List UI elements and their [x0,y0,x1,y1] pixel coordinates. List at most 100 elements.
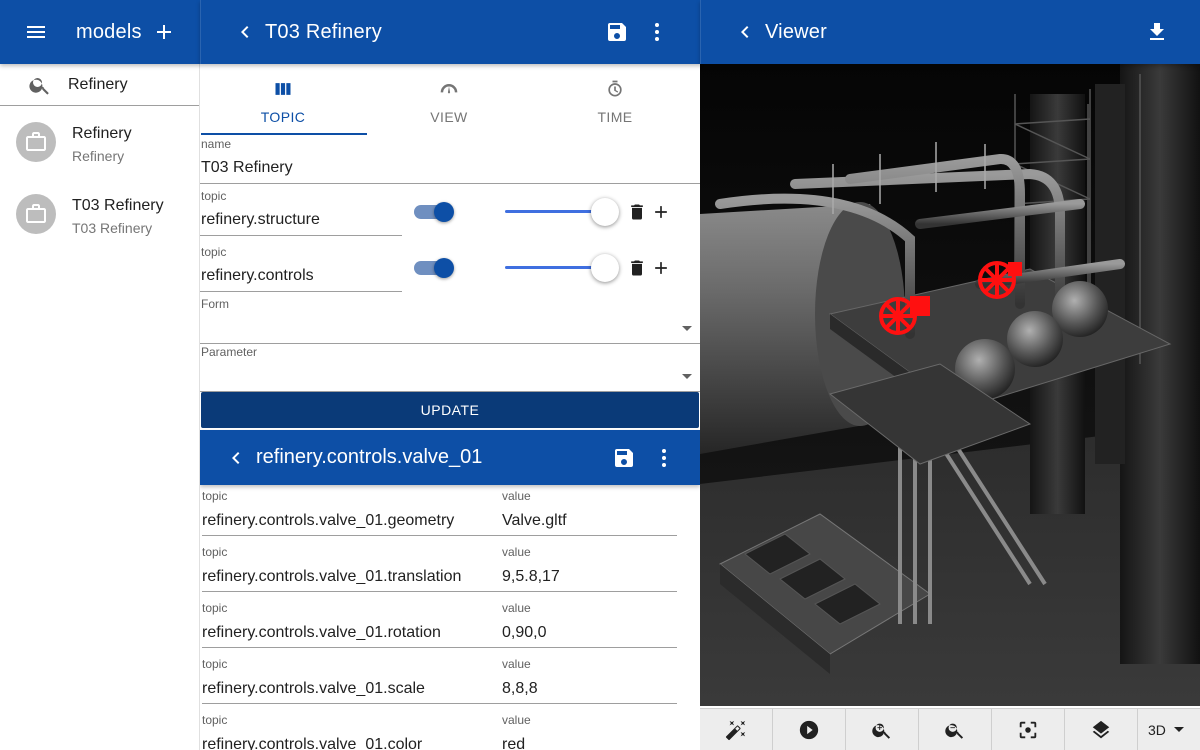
tab-indicator [201,133,367,135]
model-name: T03 Refinery [72,197,164,214]
property-topic[interactable]: refinery.controls.valve_01.translation [202,568,461,586]
model-item-t03-refinery[interactable]: T03 Refinery T03 Refinery [0,178,199,250]
briefcase-icon [26,132,46,151]
add-icon[interactable] [152,20,176,44]
parameter-select[interactable] [200,360,700,392]
property-topic[interactable]: refinery.controls.valve_01.color [202,736,422,750]
topic-label: topic [202,601,228,615]
briefcase-icon [26,204,46,223]
property-row: topic refinery.controls.valve_01.transla… [200,542,700,598]
value-label: value [502,657,531,671]
avatar [16,194,56,234]
delete-icon[interactable] [627,258,647,278]
add-icon[interactable] [651,258,671,278]
editor-app-bar: T03 Refinery [200,0,700,64]
topic-label: topic [201,189,227,203]
dropdown-arrow-icon[interactable] [682,374,692,379]
value-label: value [502,545,531,559]
layers-icon[interactable] [1065,708,1138,750]
play-icon[interactable] [773,708,846,750]
name-field[interactable]: T03 Refinery [201,159,293,177]
topic-underline [200,235,402,236]
name-label: name [201,137,232,151]
property-underline [202,647,677,648]
more-vert-icon[interactable] [652,446,676,470]
download-icon[interactable] [1145,20,1169,44]
menu-icon[interactable] [24,20,48,44]
slider-thumb[interactable] [591,254,619,282]
avatar [16,122,56,162]
more-vert-icon[interactable] [645,20,669,44]
property-value[interactable]: 8,8,8 [502,680,538,698]
form-select[interactable] [200,312,700,344]
property-topic[interactable]: refinery.controls.valve_01.scale [202,680,425,698]
editor-panel: TOPIC VIEW TIME name T03 Refinery topic … [200,64,700,750]
topic-slider[interactable] [505,254,619,282]
add-icon[interactable] [651,202,671,222]
back-icon[interactable] [224,446,248,470]
models-app-bar: models [0,0,200,64]
model-item-refinery[interactable]: Refinery Refinery [0,106,199,178]
topic-slider[interactable] [505,198,619,226]
property-value[interactable]: Valve.gltf [502,512,567,530]
center-focus-icon[interactable] [992,708,1065,750]
value-label: value [502,489,531,503]
zoom-in-icon[interactable] [846,708,919,750]
topic-label: topic [202,713,228,727]
property-row: topic refinery.controls.valve_01.geometr… [200,486,700,542]
zoom-out-icon[interactable] [919,708,992,750]
columns-icon [275,83,291,95]
model-name: Refinery [72,125,132,142]
editor-title: T03 Refinery [265,20,382,43]
magic-wand-icon[interactable] [700,708,773,750]
property-value[interactable]: 9,5.8,17 [502,568,560,586]
view-mode-select[interactable]: 3D [1148,722,1184,738]
value-label: value [502,601,531,615]
topic-field[interactable]: refinery.controls [201,267,314,285]
topic-label: topic [202,545,228,559]
tab-view[interactable]: VIEW [366,64,532,136]
topic-toggle[interactable] [414,258,454,278]
property-underline [202,591,677,592]
topic-label: topic [202,489,228,503]
dropdown-arrow-icon[interactable] [682,326,692,331]
property-topic[interactable]: refinery.controls.valve_01.rotation [202,624,441,642]
search-bar [0,64,199,106]
viewer-app-bar: Viewer [700,0,1200,64]
back-icon[interactable] [733,20,757,44]
delete-icon[interactable] [627,202,647,222]
property-row: topic refinery.controls.valve_01.rotatio… [200,598,700,654]
topic-label: topic [201,245,227,259]
topic-detail-title: refinery.controls.valve_01 [256,446,483,468]
search-input[interactable] [68,75,188,94]
search-icon [28,73,52,97]
back-icon[interactable] [233,20,257,44]
view-mode-value: 3D [1148,721,1166,738]
models-panel: Refinery Refinery T03 Refinery T03 Refin… [0,64,200,750]
tab-topic[interactable]: TOPIC [200,64,366,136]
property-row: topic refinery.controls.valve_01.scale v… [200,654,700,710]
slider-thumb[interactable] [591,198,619,226]
tab-time[interactable]: TIME [532,64,698,136]
property-underline [202,535,677,536]
3d-viewport[interactable] [700,64,1200,706]
gauge-icon [440,84,458,94]
save-icon[interactable] [605,20,629,44]
property-value[interactable]: red [502,736,525,750]
dropdown-arrow-icon [1173,727,1184,732]
property-row: topic refinery.controls.valve_01.color v… [200,710,700,750]
form-underline [200,343,700,344]
property-topic[interactable]: refinery.controls.valve_01.geometry [202,512,454,530]
model-subtitle: T03 Refinery [72,220,153,236]
property-value[interactable]: 0,90,0 [502,624,546,642]
topic-field[interactable]: refinery.structure [201,211,320,229]
save-icon[interactable] [612,446,636,470]
model-subtitle: Refinery [72,148,125,164]
form-label: Form [201,297,229,311]
property-underline [202,703,677,704]
update-button[interactable]: UPDATE [201,392,699,428]
name-underline [200,183,700,184]
topic-toggle[interactable] [414,202,454,222]
viewer-toolbar: 3D [700,708,1200,750]
topic-detail-bar: refinery.controls.valve_01 [200,430,700,485]
